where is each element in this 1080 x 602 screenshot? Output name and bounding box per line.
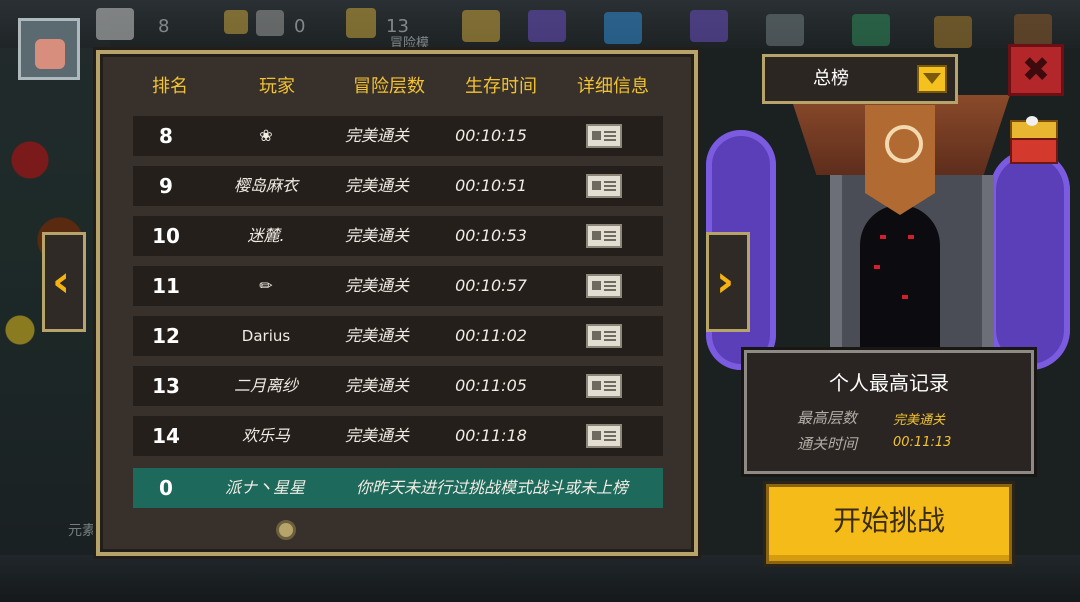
treasure-chest-icon[interactable] <box>1008 116 1058 164</box>
document-icon <box>592 131 616 141</box>
hud-count-materials: 0 <box>294 16 306 37</box>
personal-record-title: 个人最高记录 <box>829 371 949 395</box>
document-icon <box>592 431 616 441</box>
max-floor-label: 最高层数 <box>797 409 858 427</box>
row-time: 00:11:02 <box>455 326 527 345</box>
header-player: 玩家 <box>259 76 295 97</box>
box-icon <box>766 14 804 46</box>
close-icon: ✖ <box>1021 50 1051 90</box>
table-row: 12 Darius 完美通关 00:11:02 <box>136 316 660 356</box>
barrel-icon <box>1014 14 1052 46</box>
row-floors: 完美通关 <box>344 426 409 445</box>
max-floor-value: 完美通关 <box>893 413 946 428</box>
document-icon <box>592 281 616 291</box>
row-player: ✏ <box>259 276 273 295</box>
table-row: 10 迷麓. 完美通关 00:10:53 <box>136 216 660 256</box>
header-rank: 排名 <box>152 76 188 97</box>
row-time: 00:11:05 <box>455 376 527 395</box>
gem-icon <box>96 8 134 40</box>
start-challenge-label: 开始挑战 <box>832 504 945 537</box>
document-icon <box>592 331 616 341</box>
row-time: 00:10:15 <box>455 126 527 145</box>
chevron-down-icon <box>917 65 947 93</box>
header-time: 生存时间 <box>465 76 537 97</box>
row-floors: 完美通关 <box>344 176 409 195</box>
details-button[interactable] <box>586 224 622 248</box>
row-floors: 完美通关 <box>344 326 409 345</box>
row-floors: 完美通关 <box>344 376 409 395</box>
table-row: 13 二月离纱 完美通关 00:11:05 <box>136 366 660 406</box>
row-floors: 完美通关 <box>344 126 409 145</box>
table-row: 9 樱岛麻衣 完美通关 00:10:51 <box>136 166 660 206</box>
ticket-icon <box>346 8 376 38</box>
details-button[interactable] <box>586 124 622 148</box>
gift-icon <box>462 10 500 42</box>
row-time: 00:10:53 <box>455 226 527 245</box>
plus-icon <box>224 10 248 34</box>
leaderboard-header: 排名 玩家 冒险层数 生存时间 详细信息 <box>140 72 680 102</box>
document-icon <box>592 231 616 241</box>
table-row: 8 ❀ 完美通关 00:10:15 <box>136 116 660 156</box>
wood-chest-icon <box>934 16 972 48</box>
green-chest-icon <box>852 14 890 46</box>
hud-mode-hint: 冒险模 <box>390 36 430 51</box>
row-rank: 11 <box>152 274 180 298</box>
row-time: 00:10:57 <box>455 276 527 295</box>
header-floors: 冒险层数 <box>353 76 425 97</box>
self-rank: 0 <box>159 476 173 500</box>
crystal-icon <box>528 10 566 42</box>
row-player: 樱岛麻衣 <box>233 176 298 195</box>
scroll-indicator[interactable] <box>276 520 296 540</box>
details-button[interactable] <box>586 324 622 348</box>
row-player: 二月离纱 <box>233 376 298 395</box>
clear-time-value: 00:11:13 <box>893 435 952 450</box>
row-floors: 完美通关 <box>344 276 409 295</box>
row-time: 00:10:51 <box>455 176 527 195</box>
diamond-icon <box>690 10 728 42</box>
table-row: 11 ✏ 完美通关 00:10:57 <box>136 266 660 306</box>
table-row: 14 欢乐马 完美通关 00:11:18 <box>136 416 660 456</box>
row-rank: 14 <box>152 424 180 448</box>
dropdown-selected-label: 总榜 <box>813 68 849 89</box>
chest-blue-icon <box>604 12 642 44</box>
self-status-note: 你昨天未进行过挑战模式战斗或未上榜 <box>355 478 628 497</box>
temple-illustration <box>790 95 1010 355</box>
row-rank: 10 <box>152 224 180 248</box>
row-rank: 9 <box>159 174 173 198</box>
personal-record-panel: 个人最高记录 最高层数 完美通关 通关时间 00:11:13 <box>744 350 1034 474</box>
details-button[interactable] <box>586 174 622 198</box>
leaderboard-type-dropdown[interactable]: 总榜 <box>762 54 958 104</box>
chevron-right-icon: › <box>716 256 735 307</box>
row-time: 00:11:18 <box>455 426 527 445</box>
next-page-button[interactable]: › <box>706 232 750 332</box>
header-details: 详细信息 <box>577 76 649 97</box>
details-button[interactable] <box>586 374 622 398</box>
row-player: Darius <box>241 327 291 345</box>
self-ranking-row: 0 派ナ丶星星 你昨天未进行过挑战模式战斗或未上榜 <box>136 468 660 508</box>
leaderboard-panel: 排名 玩家 冒险层数 生存时间 详细信息 8 ❀ 完美通关 00:10:15 9… <box>96 50 698 556</box>
prev-page-button[interactable]: ‹ <box>42 232 86 332</box>
clear-time-label: 通关时间 <box>797 435 858 453</box>
close-button[interactable]: ✖ <box>1008 44 1064 96</box>
start-challenge-button[interactable]: 开始挑战 <box>766 484 1012 564</box>
row-rank: 8 <box>159 124 173 148</box>
document-icon <box>592 381 616 391</box>
side-label: 元素 <box>68 523 96 539</box>
material-icon <box>256 10 284 36</box>
chevron-left-icon: ‹ <box>52 256 71 307</box>
document-icon <box>592 181 616 191</box>
self-player: 派ナ丶星星 <box>224 478 305 497</box>
hud-count-gems: 8 <box>158 16 170 37</box>
row-floors: 完美通关 <box>344 226 409 245</box>
row-player: 迷麓. <box>247 226 285 245</box>
details-button[interactable] <box>586 424 622 448</box>
row-player: ❀ <box>259 126 273 145</box>
row-rank: 12 <box>152 324 180 348</box>
row-rank: 13 <box>152 374 180 398</box>
player-portrait <box>18 18 80 80</box>
details-button[interactable] <box>586 274 622 298</box>
row-player: 欢乐马 <box>241 426 290 445</box>
